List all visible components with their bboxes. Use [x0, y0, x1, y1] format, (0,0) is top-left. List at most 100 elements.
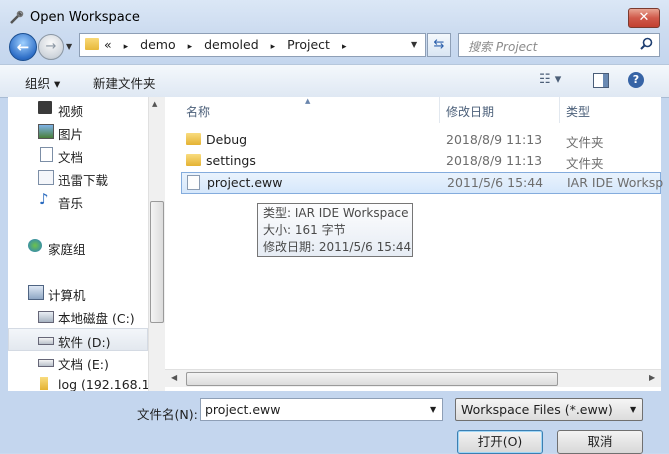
sort-indicator-icon: ▲ [305, 97, 311, 105]
sidebar-scroll-thumb[interactable] [150, 201, 164, 323]
download-folder-icon [38, 170, 54, 185]
file-date: 2018/8/9 11:13 [446, 132, 543, 147]
video-library-icon [38, 101, 52, 114]
breadcrumb-separator-icon[interactable]: ▸ [188, 42, 193, 52]
open-button[interactable]: 打开(O) [457, 430, 543, 454]
breadcrumb: « ▸ demo ▸ demoled ▸ Project ▸ [104, 37, 354, 52]
column-header-name[interactable]: 名称 [186, 103, 210, 120]
search-icon[interactable] [640, 37, 653, 54]
file-date: 2011/5/6 15:44 [447, 175, 544, 190]
sidebar-item-drive-c[interactable]: 本地磁盘 (C:) [8, 305, 148, 326]
close-button[interactable]: ✕ [628, 8, 660, 28]
file-name: settings [206, 153, 256, 168]
breadcrumb-overflow[interactable]: « [104, 37, 112, 52]
address-history-dropdown-icon[interactable]: ▼ [411, 40, 417, 49]
sidebar-scrollbar[interactable]: ▲ [148, 97, 165, 391]
breadcrumb-separator-icon[interactable]: ▸ [342, 42, 347, 52]
forward-button[interactable]: → [38, 34, 64, 60]
file-row-project-eww[interactable]: project.eww 2011/5/6 15:44 IAR IDE Works… [181, 172, 664, 194]
file-list-hscrollbar[interactable]: ◀ ▶ [165, 369, 661, 387]
column-header-date[interactable]: 修改日期 [446, 103, 494, 120]
pictures-library-icon [38, 124, 54, 139]
scroll-left-icon[interactable]: ◀ [171, 373, 177, 382]
filename-label: 文件名(N): [137, 407, 198, 422]
sidebar-item-pictures[interactable]: 图片 [8, 121, 148, 142]
recent-pages-dropdown-icon[interactable]: ▼ [66, 42, 72, 51]
filename-input[interactable]: project.eww ▼ [200, 398, 443, 421]
sidebar-item-label: 迅雷下载 [58, 173, 109, 188]
breadcrumb-demo[interactable]: demo [140, 37, 175, 52]
sidebar-item-documents[interactable]: 文档 [8, 144, 148, 165]
sidebar-item-homegroup[interactable]: 家庭组 [8, 236, 148, 257]
folder-icon [186, 154, 201, 166]
sidebar-item-label: 本地磁盘 (C:) [58, 311, 135, 326]
column-divider[interactable] [559, 97, 560, 123]
chevron-down-icon[interactable]: ▼ [630, 405, 636, 414]
sidebar-item-label: 文档 (E:) [58, 357, 109, 372]
new-folder-button[interactable]: 新建文件夹 [93, 73, 156, 92]
file-type-filter-value: Workspace Files (*.eww) [461, 402, 613, 417]
address-bar[interactable]: « ▸ demo ▸ demoled ▸ Project ▸ ▼ [79, 33, 426, 57]
drive-icon [38, 359, 54, 367]
sidebar-item-label: 视频 [58, 104, 84, 119]
filename-dropdown-icon[interactable]: ▼ [430, 405, 436, 414]
sidebar-item-label: log (192.168.14 [58, 377, 158, 391]
hscroll-thumb[interactable] [186, 372, 558, 386]
change-view-button[interactable]: ☷ ▾ [539, 72, 561, 87]
sidebar-item-label: 软件 (D:) [58, 335, 111, 350]
drive-icon [38, 337, 54, 345]
filename-value[interactable]: project.eww [205, 402, 281, 417]
sidebar-item-drive-e[interactable]: 文档 (E:) [8, 351, 148, 372]
file-type: 文件夹 [566, 156, 604, 171]
sidebar-item-label: 图片 [58, 127, 84, 142]
window-title: Open Workspace [30, 10, 140, 25]
organize-menu[interactable]: 组织 ▾ [25, 73, 60, 92]
file-row-debug[interactable]: Debug 2018/8/9 11:13 文件夹 [181, 130, 659, 150]
computer-icon [28, 285, 44, 300]
back-button[interactable]: ← [9, 33, 37, 61]
file-list: ▲ 名称 修改日期 类型 Debug 2018/8/9 11:13 文件夹 se… [165, 97, 664, 391]
scroll-up-icon[interactable]: ▲ [152, 100, 157, 108]
sidebar-item-videos[interactable]: 视频 [8, 98, 148, 119]
sidebar-item-music[interactable]: ♪ 音乐 [8, 190, 148, 211]
sidebar-item-label: 计算机 [48, 288, 86, 303]
sidebar-item-computer[interactable]: 计算机 [8, 282, 148, 303]
sidebar-item-thunder-downloads[interactable]: 迅雷下载 [8, 167, 148, 188]
help-icon[interactable]: ? [628, 72, 644, 88]
homegroup-icon [28, 239, 42, 252]
file-type: 文件夹 [566, 135, 604, 150]
preview-pane-icon[interactable] [593, 73, 609, 88]
search-input[interactable]: 搜索 Project [458, 33, 660, 57]
sidebar-item-label: 文档 [58, 150, 84, 165]
sidebar-item-label: 家庭组 [48, 242, 86, 257]
breadcrumb-separator-icon[interactable]: ▸ [271, 42, 276, 52]
breadcrumb-separator-icon[interactable]: ▸ [124, 42, 129, 52]
tooltip-type: 类型: IAR IDE Workspace [263, 206, 409, 220]
file-name: project.eww [207, 175, 283, 190]
file-name: Debug [206, 132, 248, 147]
cancel-button[interactable]: 取消 [557, 430, 643, 454]
music-library-icon: ♪ [39, 190, 49, 208]
refresh-button[interactable]: ⇆ [427, 33, 451, 57]
file-type: IAR IDE Worksp [567, 175, 664, 190]
sidebar-item-network-log[interactable]: log (192.168.14 [8, 374, 157, 391]
system-drive-icon [38, 311, 54, 323]
folder-icon [186, 133, 201, 145]
sidebar-item-label: 音乐 [58, 196, 84, 211]
file-type-filter[interactable]: Workspace Files (*.eww) ▼ [455, 398, 643, 421]
scroll-right-icon[interactable]: ▶ [649, 373, 655, 382]
folder-icon [85, 38, 99, 50]
workspace-file-icon [187, 175, 200, 190]
file-info-tooltip: 类型: IAR IDE Workspace 大小: 161 字节 修改日期: 2… [257, 203, 413, 257]
search-placeholder: 搜索 Project [468, 40, 538, 54]
command-bar: 组织 ▾ 新建文件夹 ☷ ▾ ? [0, 64, 669, 98]
network-drive-icon [40, 377, 48, 390]
navigation-pane: 视频 图片 文档 迅雷下载 ♪ 音乐 家庭组 计算机 本地磁盘 (C:) 软件 … [8, 97, 165, 391]
breadcrumb-project[interactable]: Project [287, 37, 330, 52]
file-date: 2018/8/9 11:13 [446, 153, 543, 168]
column-header-type[interactable]: 类型 [566, 103, 590, 120]
column-divider[interactable] [439, 97, 440, 123]
breadcrumb-demoled[interactable]: demoled [204, 37, 259, 52]
sidebar-item-drive-d[interactable]: 软件 (D:) [8, 328, 148, 351]
file-row-settings[interactable]: settings 2018/8/9 11:13 文件夹 [181, 151, 659, 171]
